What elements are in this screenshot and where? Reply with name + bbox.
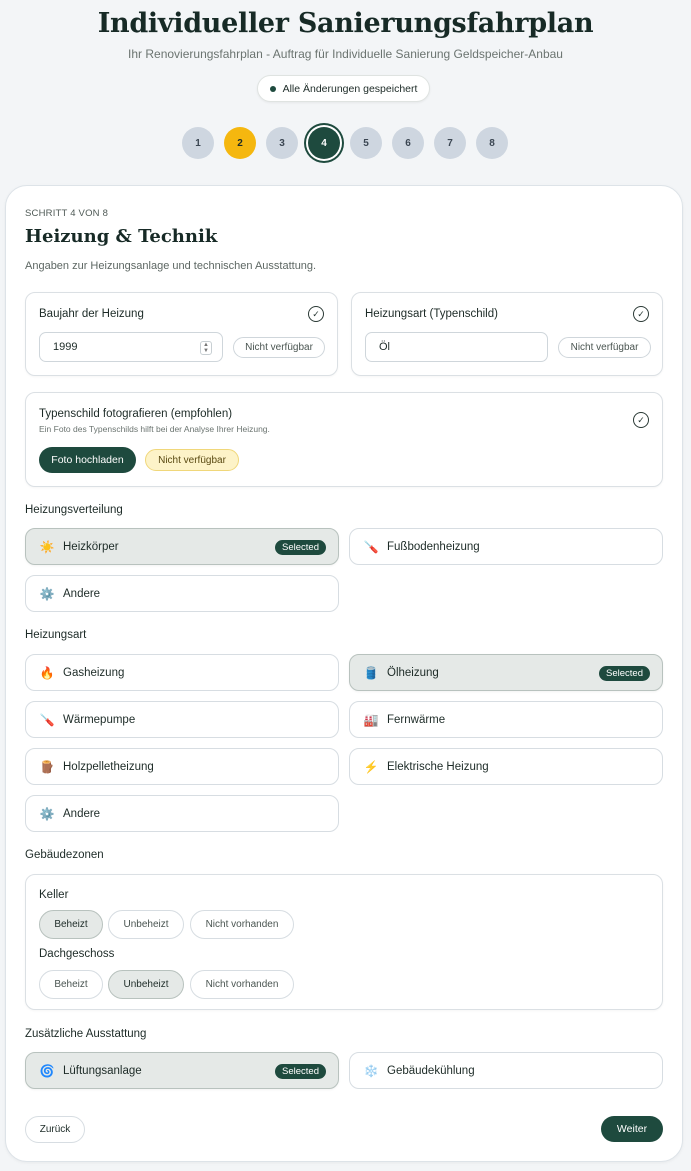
zonen-title: Gebäudezonen	[25, 849, 104, 861]
option-waermepumpe[interactable]: 🪛 Wärmepumpe	[25, 701, 339, 738]
factory-icon: 🏭	[363, 712, 379, 727]
keller-beheizt[interactable]: Beheizt	[39, 910, 103, 939]
option-gasheizung[interactable]: 🔥 Gasheizung	[25, 654, 339, 691]
fire-icon: 🔥	[39, 665, 55, 680]
heizungsart-input[interactable]: Öl	[365, 332, 548, 362]
radiator-icon: ☀️	[39, 539, 55, 554]
check-circle-icon: ✓	[308, 306, 324, 322]
option-label: Wärmepumpe	[63, 713, 136, 726]
check-circle-icon: ✓	[633, 306, 649, 322]
oil-barrel-icon: 🛢️	[363, 665, 379, 680]
page-subtitle: Ihr Renovierungsfahrplan - Auftrag für I…	[128, 47, 563, 61]
snowflake-icon: ❄️	[363, 1063, 379, 1078]
step-6[interactable]: 6	[392, 127, 424, 159]
lightning-icon: ⚡	[363, 759, 379, 774]
selected-badge: Selected	[599, 666, 650, 681]
option-oelheizung[interactable]: 🛢️ Ölheizung Selected	[349, 654, 663, 691]
gear-icon: ⚙️	[39, 586, 55, 601]
option-label: Andere	[63, 587, 101, 600]
heat-pump-icon: 🪛	[39, 712, 55, 727]
option-holzpelletheizung[interactable]: 🪵 Holzpelletheizung	[25, 748, 339, 785]
option-label: Gasheizung	[63, 666, 125, 679]
dach-unbeheizt[interactable]: Unbeheizt	[108, 970, 184, 999]
upload-photo-button[interactable]: Foto hochladen	[39, 447, 136, 473]
step-1[interactable]: 1	[182, 127, 214, 159]
heizungsart-title: Heizungsart	[25, 629, 87, 641]
baujahr-box: Baujahr der Heizung ✓ 1999 ▲ ▼ Nicht verf…	[25, 292, 338, 376]
floor-heating-icon: 🪛	[363, 539, 379, 554]
save-status-text: Alle Änderungen gespeichert	[282, 82, 418, 95]
save-status-badge: Alle Änderungen gespeichert	[257, 75, 430, 102]
keller-unbeheizt[interactable]: Unbeheizt	[108, 910, 184, 939]
typenschild-hint: Ein Foto des Typenschilds hilft bei der …	[39, 424, 270, 434]
option-fussbodenheizung[interactable]: 🪛 Fußbodenheizung	[349, 528, 663, 565]
dach-beheizt[interactable]: Beheizt	[39, 970, 103, 999]
step-7[interactable]: 7	[434, 127, 466, 159]
next-button[interactable]: Weiter	[601, 1116, 663, 1142]
option-label: Gebäudekühlung	[387, 1064, 475, 1077]
dach-nicht-vorhanden[interactable]: Nicht vorhanden	[190, 970, 294, 999]
typenschild-box: Typenschild fotografieren (empfohlen) Ei…	[25, 392, 663, 487]
back-button[interactable]: Zurück	[25, 1116, 85, 1143]
typenschild-label: Typenschild fotografieren (empfohlen)	[39, 408, 233, 420]
option-verteilung-andere[interactable]: ⚙️ Andere	[25, 575, 339, 612]
ventilation-icon: 🌀	[39, 1063, 55, 1078]
option-elektrische-heizung[interactable]: ⚡ Elektrische Heizung	[349, 748, 663, 785]
selected-badge: Selected	[275, 540, 326, 555]
page-title: Individueller Sanierungsfahrplan	[97, 8, 594, 39]
step-4[interactable]: 4	[308, 127, 340, 159]
option-label: Heizkörper	[63, 540, 119, 553]
baujahr-not-available-button[interactable]: Nicht verfügbar	[233, 337, 325, 358]
step-info: SCHRITT 4 VON 8	[25, 208, 109, 219]
step-indicator: 1 2 3 4 5 6 7 8	[182, 127, 508, 159]
option-fernwaerme[interactable]: 🏭 Fernwärme	[349, 701, 663, 738]
check-circle-icon: ✓	[633, 412, 649, 428]
section-description: Angaben zur Heizungsanlage und technisch…	[25, 260, 317, 272]
option-label: Fußbodenheizung	[387, 540, 480, 553]
ausstattung-title: Zusätzliche Ausstattung	[25, 1028, 147, 1040]
typenschild-not-available-button[interactable]: Nicht verfügbar	[145, 449, 239, 471]
stepper-icon[interactable]: ▲ ▼	[200, 341, 212, 355]
section-heading: Heizung & Technik	[25, 226, 218, 247]
dach-label: Dachgeschoss	[39, 948, 115, 960]
step-8[interactable]: 8	[476, 127, 508, 159]
keller-label: Keller	[39, 889, 69, 901]
heizungsart-value: Öl	[379, 341, 390, 353]
status-dot	[269, 85, 276, 92]
gear-icon: ⚙️	[39, 806, 55, 821]
option-lueftungsanlage[interactable]: 🌀 Lüftungsanlage Selected	[25, 1052, 339, 1089]
option-label: Ölheizung	[387, 666, 439, 679]
selected-badge: Selected	[275, 1064, 326, 1079]
option-gebaeudekuehlung[interactable]: ❄️ Gebäudekühlung	[349, 1052, 663, 1089]
option-label: Lüftungsanlage	[63, 1064, 142, 1077]
heizungsart-not-available-button[interactable]: Nicht verfügbar	[558, 337, 651, 358]
option-label: Holzpelletheizung	[63, 760, 154, 773]
option-label: Andere	[63, 807, 101, 820]
baujahr-value: 1999	[53, 341, 78, 353]
step-2[interactable]: 2	[224, 127, 256, 159]
wood-icon: 🪵	[39, 759, 55, 774]
option-label: Elektrische Heizung	[387, 760, 489, 773]
option-label: Fernwärme	[387, 713, 446, 726]
step-5[interactable]: 5	[350, 127, 382, 159]
step-3[interactable]: 3	[266, 127, 298, 159]
zonen-box: Keller Beheizt Unbeheizt Nicht vorhanden…	[25, 874, 663, 1010]
form-card: SCHRITT 4 VON 8 Heizung & Technik Angabe…	[5, 185, 683, 1162]
option-heizungsart-andere[interactable]: ⚙️ Andere	[25, 795, 339, 832]
baujahr-label: Baujahr der Heizung	[39, 308, 144, 320]
heizungsart-field-label: Heizungsart (Typenschild)	[365, 308, 498, 320]
keller-nicht-vorhanden[interactable]: Nicht vorhanden	[190, 910, 294, 939]
baujahr-input[interactable]: 1999 ▲ ▼	[39, 332, 223, 362]
verteilung-title: Heizungsverteilung	[25, 504, 123, 516]
heizungsart-field-box: Heizungsart (Typenschild) ✓ Öl Nicht ver…	[351, 292, 663, 376]
option-heizkoerper[interactable]: ☀️ Heizkörper Selected	[25, 528, 339, 565]
